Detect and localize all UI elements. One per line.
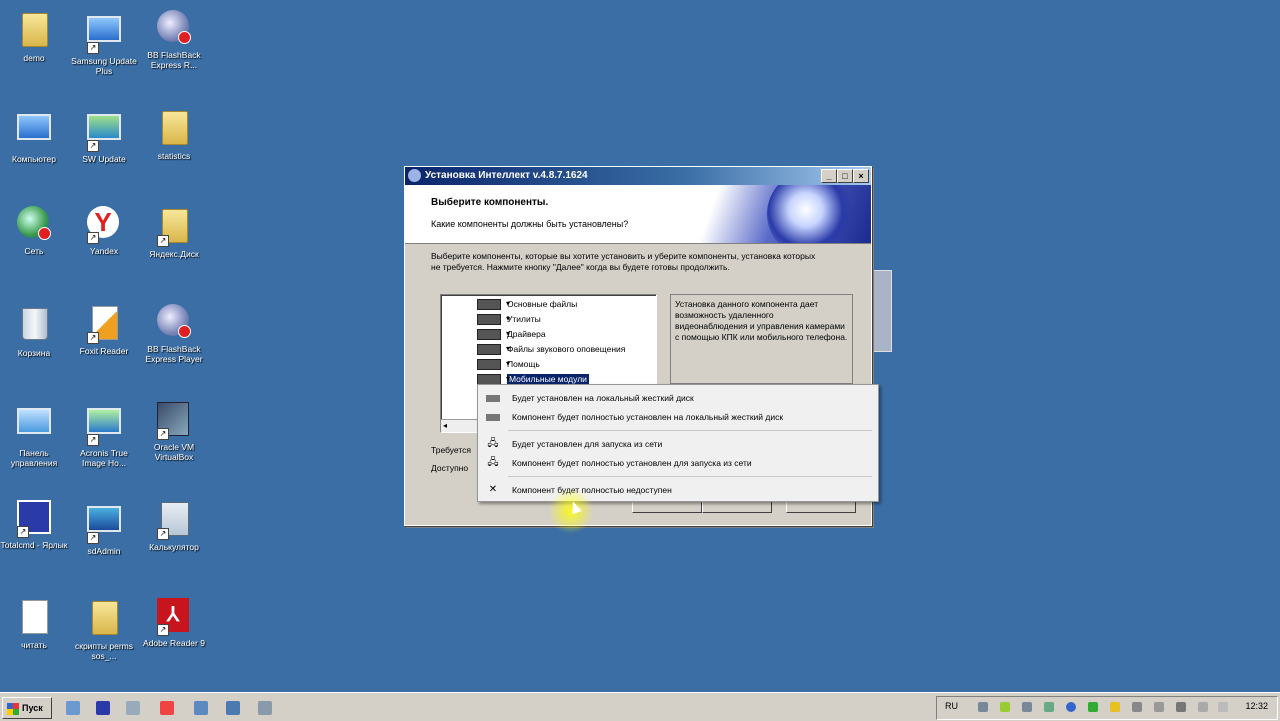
desktop-icon-totalcmd[interactable]: ↗ Totalcmd - Ярлык: [0, 500, 68, 550]
menu-item-install-local[interactable]: Будет установлен на локальный жесткий ди…: [478, 389, 878, 407]
quicklaunch-installer-icon[interactable]: [258, 701, 272, 715]
quicklaunch-window-icon[interactable]: [226, 701, 240, 715]
quicklaunch-desktop-icon[interactable]: [194, 701, 208, 715]
desktop-icon-control-panel[interactable]: Панель управления: [0, 402, 68, 468]
install-state-menu: Будет установлен на локальный жесткий ди…: [477, 384, 879, 502]
space-required-label: Требуется: [431, 445, 472, 455]
document-icon: [22, 600, 48, 634]
menu-item-run-from-network-full[interactable]: 🖧 Компонент будет полностью установлен д…: [478, 454, 878, 472]
tray-printer-icon[interactable]: [1218, 702, 1228, 712]
quicklaunch-pdf-icon[interactable]: [160, 701, 174, 715]
menu-item-unavailable[interactable]: ✕ Компонент будет полностью недоступен: [478, 481, 878, 499]
drive-state-icon[interactable]: [477, 357, 510, 371]
instructions-text: Выберите компоненты, которые вы хотите у…: [431, 251, 816, 272]
desktop-icon-samsung-update-plus[interactable]: ↗ Samsung Update Plus: [70, 10, 138, 76]
tray-yandex-disk-icon[interactable]: [1110, 702, 1120, 712]
scroll-left-arrow-icon[interactable]: ◂: [443, 421, 447, 430]
tray-monitor-icon[interactable]: [1176, 702, 1186, 712]
taskbar: Пуск RU 12:32: [0, 692, 1280, 721]
desktop-icon-acronis[interactable]: ↗ Acronis True Image Ho...: [70, 402, 138, 468]
installer-app-icon: [408, 169, 421, 182]
folder-icon: [162, 111, 188, 145]
tree-item[interactable]: Утилиты: [477, 312, 541, 326]
menu-separator: [508, 430, 872, 431]
tree-item[interactable]: Основные файлы: [477, 297, 577, 311]
drive-state-icon[interactable]: [477, 312, 510, 326]
computer-icon: [17, 114, 51, 140]
desktop-icon-network[interactable]: Сеть: [0, 206, 68, 256]
component-description-box: Установка данного компонента дает возмож…: [670, 294, 853, 384]
close-button[interactable]: ×: [853, 169, 869, 183]
drive-state-icon[interactable]: [477, 327, 510, 341]
page-subheading: Какие компоненты должны быть установлены…: [431, 219, 629, 229]
desktop-icon-yandex-disk[interactable]: ↗ Яндекс.Диск: [140, 206, 208, 259]
desktop-icon-calculator[interactable]: ↗ Калькулятор: [140, 500, 208, 552]
start-button[interactable]: Пуск: [2, 697, 52, 719]
space-available-label: Доступно: [431, 463, 469, 473]
samsung-update-icon: [87, 16, 121, 42]
desktop-icon-statistics[interactable]: statistics: [140, 108, 208, 161]
desktop-icon-sdadmin[interactable]: ↗ sdAdmin: [70, 500, 138, 556]
network-icon: 🖧: [487, 438, 499, 449]
bluetooth-icon[interactable]: [1066, 702, 1076, 712]
drive-state-icon[interactable]: [477, 297, 510, 311]
desktop-icon-demo[interactable]: demo: [0, 10, 68, 63]
quicklaunch-explorer-icon[interactable]: [66, 701, 80, 715]
tree-item[interactable]: Файлы звукового оповещения: [477, 342, 625, 356]
tray-network-icon[interactable]: [978, 702, 988, 712]
sw-update-icon: [87, 114, 121, 140]
minimize-button[interactable]: _: [821, 169, 837, 183]
wizard-header: Выберите компоненты. Какие компоненты до…: [405, 185, 871, 244]
desktop-icon-flashback-recorder[interactable]: BB FlashBack Express R...: [140, 10, 208, 70]
hdd-icon: [486, 395, 500, 402]
tree-item[interactable]: Драйвера: [477, 327, 546, 341]
tray-update-icon[interactable]: [1044, 702, 1054, 712]
quicklaunch-totalcmd-icon[interactable]: [96, 701, 110, 715]
windows-logo-icon: [7, 702, 19, 715]
network-full-icon: 🖧: [487, 457, 499, 468]
tray-display-icon[interactable]: [1022, 702, 1032, 712]
desktop-icon-flashback-player[interactable]: BB FlashBack Express Player: [140, 304, 208, 364]
desktop-icon-read[interactable]: читать: [0, 598, 68, 650]
desktop-icon-sw-update[interactable]: ↗ SW Update: [70, 108, 138, 164]
recycle-bin-icon: [22, 308, 48, 340]
desktop-icon-virtualbox[interactable]: ↗ Oracle VM VirtualBox: [140, 402, 208, 462]
desktop-icon-computer[interactable]: Компьютер: [0, 108, 68, 164]
tray-flag-icon[interactable]: [1154, 702, 1164, 712]
tray-sync-icon[interactable]: [1132, 702, 1142, 712]
window-title: Установка Интеллект v.4.8.7.1624: [425, 170, 588, 181]
header-banner-image: [701, 185, 871, 243]
maximize-button[interactable]: □: [837, 169, 853, 183]
desktop-icon-scripts[interactable]: скрипты perms sos_...: [70, 598, 138, 661]
flashback-player-icon: [157, 304, 189, 336]
menu-item-run-from-network[interactable]: 🖧 Будет установлен для запуска из сети: [478, 435, 878, 453]
language-indicator[interactable]: RU: [945, 701, 958, 711]
background-window[interactable]: [870, 270, 892, 352]
clock[interactable]: 12:32: [1245, 701, 1268, 711]
volume-icon[interactable]: [1198, 702, 1208, 712]
tree-item[interactable]: Помощь: [477, 357, 540, 371]
acronis-icon: [87, 408, 121, 434]
folder-icon: [92, 601, 118, 635]
title-bar[interactable]: Установка Интеллект v.4.8.7.1624 _ □ ×: [405, 167, 871, 185]
tray-battery-icon[interactable]: [1000, 702, 1010, 712]
tray-app-icon[interactable]: [1088, 702, 1098, 712]
page-heading: Выберите компоненты.: [431, 197, 549, 208]
network-globe-icon: [17, 206, 49, 238]
menu-separator: [508, 476, 872, 477]
desktop-icon-recycle-bin[interactable]: Корзина: [0, 304, 68, 358]
control-panel-icon: [17, 408, 51, 434]
menu-item-install-local-full[interactable]: Компонент будет полностью установлен на …: [478, 408, 878, 426]
x-icon: ✕: [488, 484, 498, 495]
drive-state-icon[interactable]: [477, 342, 510, 356]
desktop-icon-yandex[interactable]: Y ↗ Yandex: [70, 206, 138, 256]
quicklaunch-app-icon[interactable]: [126, 701, 140, 715]
hdd-full-icon: [486, 414, 500, 421]
flashback-icon: [157, 10, 189, 42]
folder-icon: [22, 13, 48, 47]
sdadmin-icon: [87, 506, 121, 532]
desktop-icon-adobe-reader[interactable]: ⅄ ↗ Adobe Reader 9: [140, 598, 208, 648]
desktop-icon-foxit-reader[interactable]: ↗ Foxit Reader: [70, 304, 138, 356]
